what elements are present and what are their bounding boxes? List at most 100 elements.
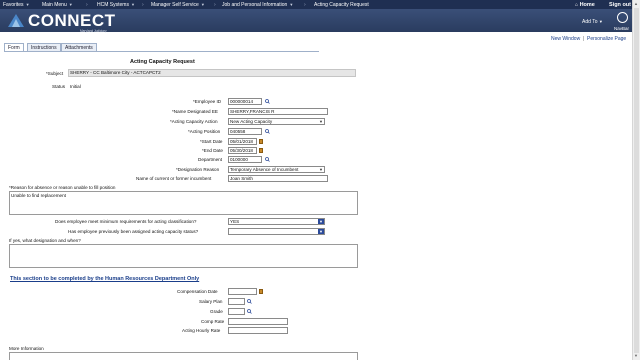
start-date-label: *Start Date — [200, 139, 223, 144]
more-information-textarea[interactable] — [9, 352, 358, 360]
scroll-up-icon[interactable]: ▲ — [634, 1, 638, 6]
chevron-down-icon: ▼ — [289, 2, 294, 7]
favorites-label: Favorites — [3, 2, 24, 8]
chevron-down-icon: ▼ — [318, 229, 324, 234]
meets-requirements-select[interactable]: YES ▼ — [228, 218, 325, 225]
start-date-input[interactable]: 05/01/2018 — [228, 138, 257, 145]
form-title: Acting Capacity Request — [130, 59, 195, 65]
comp-rate-input[interactable] — [228, 318, 288, 325]
main-menu[interactable]: Main Menu ▼ — [42, 2, 73, 8]
acting-hourly-rate-label: Acting Hourly Rate — [182, 328, 221, 333]
home-icon: ⌂ — [575, 2, 579, 8]
app-logo-subtitle: Maryland Judiciary — [80, 29, 107, 33]
vertical-scrollbar[interactable]: ▲ ▼ — [632, 0, 640, 360]
subject-field[interactable]: SHERRY - CC Baltimore City - ACTCAPCT2 — [68, 69, 356, 77]
scroll-down-icon[interactable]: ▼ — [634, 353, 638, 358]
home-label: Home — [579, 2, 595, 8]
lookup-icon[interactable] — [247, 309, 252, 314]
chevron-down-icon: ▼ — [598, 19, 603, 24]
acting-action-label: *Acting Capacity Action — [170, 119, 218, 124]
navbar-compass-icon[interactable] — [617, 12, 628, 23]
lookup-icon[interactable] — [265, 129, 270, 134]
breadcrumb-separator: › — [86, 2, 88, 8]
lookup-icon[interactable] — [265, 157, 270, 162]
meets-requirements-value: YES — [230, 219, 240, 224]
breadcrumb-job-personal-info[interactable]: Job and Personal Information ▼ — [222, 2, 293, 8]
previously-assigned-label: Has employee previously been assigned ac… — [68, 229, 199, 234]
previously-assigned-select[interactable]: ▼ — [228, 228, 325, 235]
hr-section-link[interactable]: This section to be completed by the Huma… — [10, 276, 199, 282]
add-to-label: Add To — [582, 19, 598, 25]
tab-divider — [4, 51, 319, 52]
personalize-page-link[interactable]: Personalize Page — [587, 36, 626, 42]
add-to-menu[interactable]: Add To ▼ — [582, 19, 603, 25]
employee-id-input[interactable]: 000000014 — [228, 98, 262, 105]
lookup-icon[interactable] — [247, 299, 252, 304]
salary-plan-label: Salary Plan — [199, 299, 223, 304]
incumbent-input[interactable]: Joan Smith — [228, 175, 328, 182]
meets-requirements-label: Does employee meet minimum requirements … — [55, 219, 197, 224]
new-window-link[interactable]: New Window — [551, 36, 580, 42]
chevron-down-icon: ▼ — [68, 2, 73, 7]
name-designated-input[interactable]: SHERRY,FRANCIS R — [228, 108, 328, 115]
chevron-down-icon: ▼ — [200, 2, 205, 7]
salary-plan-input[interactable] — [228, 298, 245, 305]
breadcrumb-current: Acting Capacity Request — [314, 2, 369, 8]
logo-mark-icon — [8, 14, 24, 27]
compensation-date-label: Compensation Date — [177, 289, 218, 294]
subject-label: *Subject — [46, 71, 64, 76]
more-information-label: More Information — [9, 346, 44, 351]
header-banner: CONNECT Maryland Judiciary Add To ▼ NavB… — [0, 9, 632, 33]
breadcrumb-label: Manager Self Service — [151, 2, 199, 8]
breadcrumb-hcm-systems[interactable]: HCM Systems ▼ — [97, 2, 135, 8]
chevron-down-icon: ▼ — [319, 167, 323, 172]
if-yes-textarea[interactable] — [9, 244, 358, 268]
link-separator: | — [583, 36, 585, 42]
calendar-icon[interactable] — [259, 289, 263, 294]
status-value: Initial — [70, 84, 81, 89]
breadcrumb-separator: › — [142, 2, 144, 8]
chevron-down-icon: ▼ — [318, 219, 324, 224]
if-yes-label: If yes, what designation and when? — [9, 238, 81, 243]
chevron-down-icon: ▼ — [130, 2, 135, 7]
breadcrumb-separator: › — [214, 2, 216, 8]
absence-reason-textarea[interactable]: Unable to find replacement — [9, 191, 358, 215]
navbar-label: NavBar — [614, 26, 630, 31]
comp-rate-label: Comp Rate — [201, 319, 225, 324]
acting-action-value: New Acting Capacity — [230, 119, 273, 124]
chevron-down-icon: ▼ — [25, 2, 30, 7]
calendar-icon[interactable] — [259, 139, 263, 144]
end-date-label: *End Date — [202, 148, 223, 153]
status-label: Status — [52, 84, 66, 89]
acting-action-select[interactable]: New Acting Capacity ▼ — [228, 118, 325, 125]
grade-label: Grade — [210, 309, 223, 314]
signout-link[interactable]: Sign out — [609, 2, 631, 8]
employee-id-label: *Employee ID — [193, 99, 222, 104]
main-menu-label: Main Menu — [42, 2, 67, 8]
chevron-down-icon: ▼ — [319, 119, 323, 124]
favorites-menu[interactable]: Favorites ▼ — [3, 2, 30, 8]
compensation-date-input[interactable] — [228, 288, 257, 295]
end-date-input[interactable]: 05/30/2018 — [228, 147, 257, 154]
department-label: Department — [198, 157, 223, 162]
breadcrumb-manager-self-service[interactable]: Manager Self Service ▼ — [151, 2, 205, 8]
calendar-icon[interactable] — [259, 148, 263, 153]
breadcrumb-label: HCM Systems — [97, 2, 129, 8]
designation-reason-value: Temporary Absence of Incumbent — [230, 167, 299, 172]
breadcrumb-separator: › — [304, 2, 306, 8]
name-designated-label: *Name Designated EE — [172, 109, 218, 114]
department-input[interactable]: 0100000 — [228, 156, 262, 163]
acting-position-label: *Acting Position — [188, 129, 221, 134]
grade-input[interactable] — [228, 308, 245, 315]
home-link[interactable]: ⌂ Home — [575, 2, 595, 8]
lookup-icon[interactable] — [265, 99, 270, 104]
breadcrumb-label: Job and Personal Information — [222, 2, 288, 8]
scrollbar-thumb[interactable] — [634, 8, 639, 353]
designation-reason-select[interactable]: Temporary Absence of Incumbent ▼ — [228, 166, 325, 173]
designation-reason-label: *Designation Reason — [176, 167, 220, 172]
acting-hourly-rate-input[interactable] — [228, 327, 288, 334]
top-nav: Favorites ▼ Main Menu ▼ › HCM Systems ▼ › M… — [0, 0, 632, 9]
absence-reason-label: *Reason for absence or reason unable to … — [9, 185, 116, 190]
app-logo: CONNECT — [28, 11, 116, 30]
acting-position-input[interactable]: 040558 — [228, 128, 262, 135]
